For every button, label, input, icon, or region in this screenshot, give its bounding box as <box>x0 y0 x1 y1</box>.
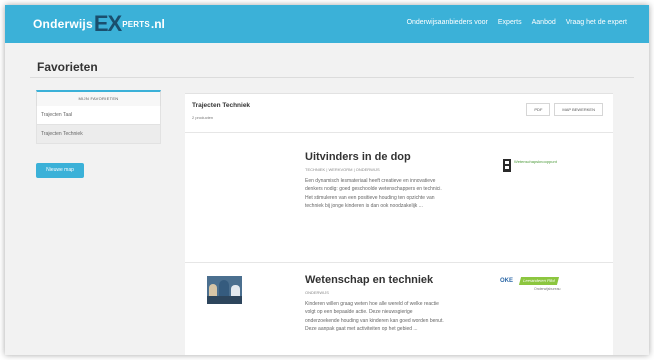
product-title[interactable]: Uitvinders in de dop <box>305 151 411 163</box>
logo-text-perts: PERTS <box>122 19 150 29</box>
site-logo[interactable]: Onderwijs EX PERTS .nl <box>33 11 165 36</box>
title-divider <box>30 77 634 78</box>
new-folder-button[interactable]: Nieuwe map <box>36 163 84 178</box>
partner-logo[interactable]: Wetenschapsknooppunt <box>503 157 557 175</box>
partner-logo[interactable]: OKE Leeranderen Pilot Onderwijsbureau <box>500 277 562 293</box>
pdf-button[interactable]: PDF <box>526 103 551 116</box>
product-meta: TECHNIEK | WERKVORM | ONDERWIJS <box>305 167 380 172</box>
logo-text-onderwijs: Onderwijs <box>33 17 93 31</box>
product-thumbnail[interactable] <box>207 276 242 304</box>
thumbnail-table <box>207 296 242 304</box>
folder-actions: PDF MAP BEWERKEN <box>526 103 603 116</box>
product-description: Een dynamisch lesmateriaal heeft creatie… <box>305 178 442 210</box>
partner-mark-icon <box>503 159 511 172</box>
nav-link-aanbod[interactable]: Aanbod <box>532 19 556 26</box>
sidebar-header: MIJN FAVORIETEN <box>36 90 161 106</box>
nav-link-experts[interactable]: Experts <box>498 19 522 26</box>
sidebar-item-trajecten-taal[interactable]: Trajecten Taal <box>36 106 161 125</box>
product-description: Kinderen willen graag weten hoe alle wer… <box>305 301 444 333</box>
nav-link-onderwijsaanbieders[interactable]: Onderwijsaanbieders voor <box>407 19 488 26</box>
nav-link-vraag-het-de-expert[interactable]: Vraag het de expert <box>566 19 627 26</box>
divider <box>185 132 613 133</box>
main-nav: Onderwijsaanbieders voor Experts Aanbod … <box>407 19 627 26</box>
folder-title: Trajecten Techniek <box>192 102 251 109</box>
logo-text-ex: EX <box>93 11 122 36</box>
top-navigation-bar: Onderwijs EX PERTS .nl Onderwijsaanbiede… <box>5 5 649 43</box>
partner-name: Wetenschapsknooppunt <box>514 159 557 164</box>
page-title: Favorieten <box>37 60 98 74</box>
logo-text-nl: .nl <box>150 17 165 31</box>
sidebar-item-trajecten-techniek[interactable]: Trajecten Techniek <box>36 125 161 144</box>
edit-folder-button[interactable]: MAP BEWERKEN <box>554 103 603 116</box>
product-meta: ONDERWIJS <box>305 290 329 295</box>
partner-name-primary: OKE <box>500 278 514 284</box>
folder-product-count: 2 producten <box>192 115 214 120</box>
app-window: Onderwijs EX PERTS .nl Onderwijsaanbiede… <box>5 5 649 355</box>
divider <box>185 262 613 263</box>
partner-name-secondary: Onderwijsbureau <box>534 287 561 291</box>
favorites-folder-panel: Trajecten Techniek 2 producten PDF MAP B… <box>185 93 613 355</box>
favorites-sidebar: MIJN FAVORIETEN Trajecten Taal Trajecten… <box>36 90 161 178</box>
partner-name-banner: Leeranderen Pilot <box>518 277 560 285</box>
product-title[interactable]: Wetenschap en techniek <box>305 274 433 286</box>
